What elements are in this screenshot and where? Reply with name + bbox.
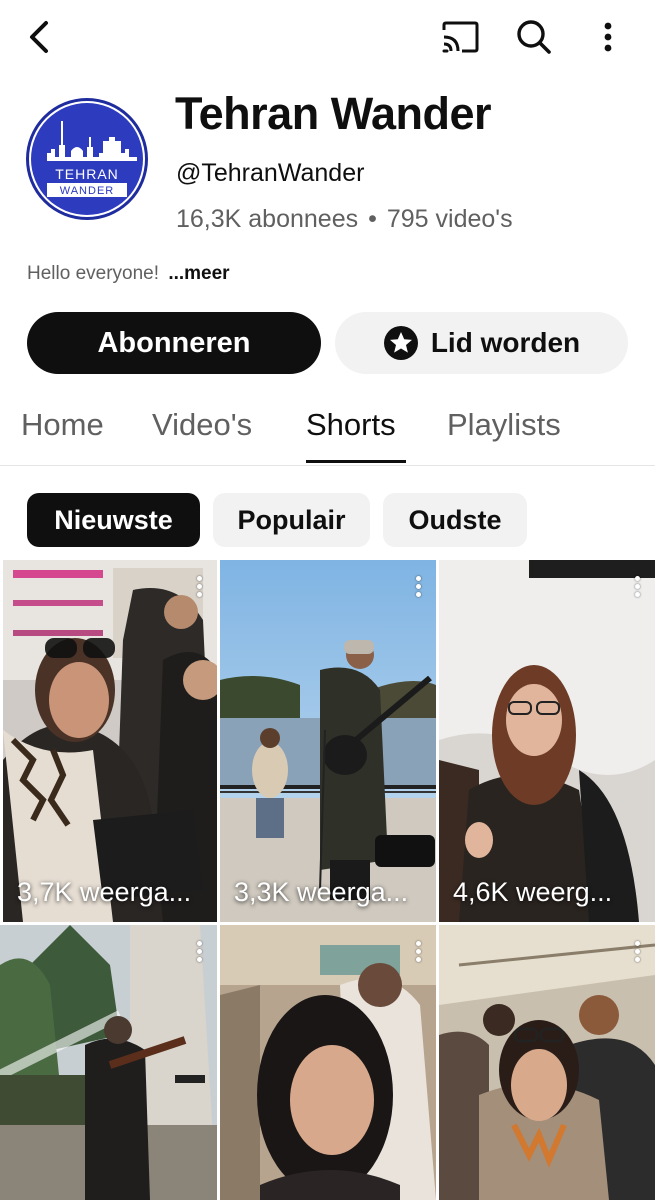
chip-popular[interactable]: Populair [213,493,370,547]
more-vertical-icon[interactable] [590,16,626,58]
short-thumbnail-image [439,560,655,922]
avatar-logo-line1: TEHRAN [55,166,119,182]
join-button[interactable]: Lid worden [335,312,628,374]
short-thumbnail[interactable]: 3,3K weerga... [220,560,436,922]
more-vertical-icon[interactable] [633,941,641,965]
short-thumbnail[interactable]: 4,6K weerg... [439,560,655,922]
chip-newest[interactable]: Nieuwste [27,493,200,547]
channel-tabs: Home Video's Shorts Playlists [0,392,655,466]
tab-shorts[interactable]: Shorts [306,407,396,443]
more-vertical-icon[interactable] [633,576,641,600]
join-button-label: Lid worden [430,327,581,358]
channel-description[interactable]: Hello everyone! ...meer [27,263,230,285]
channel-handle: @TehranWander [176,159,365,187]
channel-stats: 16,3K abonnees • 795 video's [176,205,513,234]
subscribe-button[interactable]: Abonneren [27,312,321,374]
short-view-count: 3,3K weerga... [234,877,409,907]
chip-oldest[interactable]: Oudste [383,493,527,547]
star-badge-icon [383,326,418,360]
short-thumbnail[interactable]: 3,7K weerga... [3,560,217,922]
stats-separator: • [368,205,377,233]
top-app-bar [0,0,655,78]
active-tab-indicator [306,460,406,463]
channel-title: Tehran Wander [175,88,492,139]
more-vertical-icon[interactable] [414,941,422,965]
short-thumbnail[interactable] [439,925,655,1200]
tab-home[interactable]: Home [21,407,104,443]
cast-icon[interactable] [438,16,482,58]
avatar-logo-line2: WANDER [60,185,114,197]
short-thumbnail-image [3,560,217,922]
short-view-count: 3,7K weerga... [17,877,192,907]
short-thumbnail-image [439,925,655,1200]
tab-playlists[interactable]: Playlists [447,407,561,443]
search-icon[interactable] [512,16,556,58]
shorts-grid: 3,7K weerga... 3,3K weerga... 4,6K weerg… [0,560,655,1200]
short-view-count: 4,6K weerg... [453,877,613,907]
description-text: Hello everyone! [27,263,160,284]
more-vertical-icon[interactable] [414,576,422,600]
short-thumbnail[interactable] [0,925,217,1200]
more-vertical-icon[interactable] [195,941,203,965]
channel-avatar[interactable]: TEHRAN WANDER [26,98,148,220]
tab-videos[interactable]: Video's [152,407,252,443]
short-thumbnail-image [0,925,217,1200]
short-thumbnail-image [220,925,436,1200]
short-thumbnail[interactable] [220,925,436,1200]
video-count: 795 video's [386,205,513,233]
short-thumbnail-image [220,560,436,922]
subscriber-count: 16,3K abonnees [176,205,359,233]
more-vertical-icon[interactable] [195,576,203,600]
back-arrow-icon[interactable] [18,16,60,58]
more-link[interactable]: ...meer [168,263,229,284]
